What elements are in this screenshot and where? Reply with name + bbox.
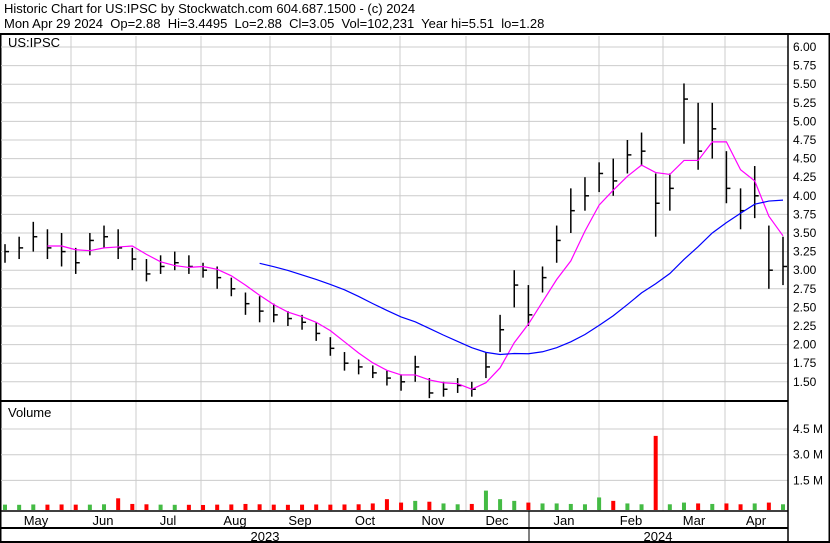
- price-tick-label: 2.50: [793, 300, 817, 314]
- volume-bar: [766, 502, 771, 510]
- volume-tick-label: 4.5 M: [793, 422, 823, 436]
- volume-bar: [87, 504, 92, 510]
- month-label: May: [24, 513, 49, 528]
- volume-bar: [215, 504, 220, 510]
- volume-bar: [243, 503, 248, 510]
- volume-bar: [752, 503, 757, 510]
- volume-bar: [31, 504, 36, 510]
- volume-bar: [384, 499, 389, 510]
- volume-bar: [271, 504, 276, 510]
- volume-bar: [653, 435, 658, 510]
- price-tick-label: 3.00: [793, 263, 817, 277]
- volume-bar: [73, 504, 78, 510]
- volume-bar: [469, 503, 474, 510]
- volume-bar: [229, 504, 234, 510]
- volume-bar: [611, 500, 616, 510]
- long-moving-average-line: [259, 199, 784, 356]
- volume-bar: [116, 498, 121, 510]
- price-tick-label: 1.75: [793, 356, 817, 370]
- month-label: Feb: [620, 513, 642, 528]
- year-label: 2024: [644, 529, 673, 543]
- volume-bar: [257, 504, 262, 510]
- volume-bar: [483, 490, 488, 510]
- volume-bar: [285, 504, 290, 510]
- short-moving-average-line: [47, 141, 784, 390]
- month-label: Apr: [746, 513, 767, 528]
- volume-bar: [710, 503, 715, 510]
- price-tick-label: 3.50: [793, 226, 817, 240]
- volume-bar: [597, 497, 602, 510]
- volume-bar: [582, 504, 587, 510]
- month-label: Jan: [554, 513, 575, 528]
- volume-bar: [201, 504, 206, 510]
- volume-bar: [144, 504, 149, 510]
- volume-bar: [498, 499, 503, 510]
- volume-bar: [130, 503, 135, 510]
- volume-bar: [455, 504, 460, 510]
- month-label: Oct: [355, 513, 376, 528]
- volume-bar: [300, 504, 305, 510]
- volume-bar: [399, 502, 404, 510]
- volume-bar: [45, 504, 50, 510]
- month-label: Jun: [93, 513, 114, 528]
- volume-bar: [356, 504, 361, 510]
- price-tick-label: 3.25: [793, 245, 817, 259]
- volume-bar: [724, 503, 729, 510]
- price-tick-label: 4.50: [793, 152, 817, 166]
- price-tick-label: 5.25: [793, 96, 817, 110]
- volume-bar: [568, 503, 573, 510]
- volume-bar: [639, 504, 644, 510]
- price-tick-label: 1.50: [793, 375, 817, 389]
- price-tick-label: 4.00: [793, 189, 817, 203]
- price-tick-label: 3.75: [793, 207, 817, 221]
- price-tick-label: 2.75: [793, 282, 817, 296]
- price-tick-label: 6.00: [793, 40, 817, 54]
- volume-bar: [102, 504, 107, 510]
- volume-bar: [781, 504, 785, 510]
- price-tick-label: 5.00: [793, 114, 817, 128]
- month-label: Sep: [288, 513, 311, 528]
- month-label: Nov: [421, 513, 445, 528]
- chart-canvas: 6.00 5.75 5.50 5.25 5.00 4.75 4.50 4.25 4.00 3.75…: [0, 33, 830, 543]
- volume-bar: [3, 504, 7, 510]
- volume-bar: [738, 504, 743, 510]
- price-tick-label: 5.75: [793, 59, 817, 73]
- volume-bar: [696, 503, 701, 510]
- price-tick-label: 4.25: [793, 170, 817, 184]
- volume-bar: [328, 504, 333, 510]
- volume-bar: [554, 503, 559, 510]
- volume-bar: [667, 504, 672, 510]
- volume-bar: [681, 502, 686, 510]
- month-label: Aug: [223, 513, 246, 528]
- volume-bar: [427, 501, 432, 510]
- price-tick-label: 4.75: [793, 133, 817, 147]
- volume-bar: [342, 504, 347, 510]
- volume-tick-label: 3.0 M: [793, 448, 823, 462]
- volume-bar: [314, 504, 319, 510]
- volume-bar: [186, 504, 191, 510]
- volume-bar: [59, 504, 64, 510]
- year-label: 2023: [251, 529, 280, 543]
- volume-bar: [441, 503, 446, 510]
- chart-frame: [0, 33, 830, 543]
- volume-bar: [17, 504, 22, 510]
- month-label: Dec: [485, 513, 509, 528]
- volume-bar: [625, 503, 630, 510]
- volume-bar: [158, 504, 163, 510]
- volume-bar: [526, 502, 531, 510]
- month-label: Jul: [160, 513, 177, 528]
- price-panel-label: US:IPSC: [8, 35, 60, 50]
- price-tick-label: 2.25: [793, 319, 817, 333]
- volume-panel-label: Volume: [8, 405, 51, 420]
- stock-chart: Historic Chart for US:IPSC by Stockwatch…: [0, 0, 830, 543]
- volume-bar: [540, 503, 545, 510]
- volume-tick-label: 1.5 M: [793, 473, 823, 487]
- month-label: Mar: [683, 513, 706, 528]
- volume-bar: [370, 503, 375, 510]
- volume-bar: [512, 500, 517, 510]
- volume-bar: [172, 504, 177, 510]
- price-tick-label: 5.50: [793, 77, 817, 91]
- price-tick-label: 2.00: [793, 338, 817, 352]
- volume-bar: [413, 500, 418, 510]
